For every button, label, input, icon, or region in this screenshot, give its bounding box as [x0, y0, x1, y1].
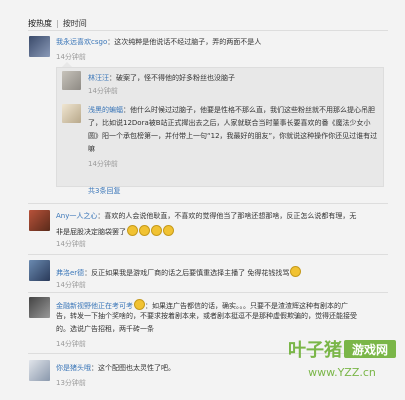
reply-time: 14分钟前 — [88, 87, 118, 95]
watermark-sub: 游戏网 — [352, 342, 388, 357]
avatar[interactable] — [29, 210, 50, 231]
comment-text: 非是屁股决定脑袋罢了 — [56, 228, 126, 236]
avatar[interactable] — [29, 297, 50, 318]
username[interactable]: 林汪汪 — [88, 74, 109, 82]
avatar[interactable] — [29, 360, 50, 381]
reply-time: 14分钟前 — [88, 160, 118, 168]
comment-time: 14分钟前 — [56, 53, 86, 61]
comment-text: ：这次纯粹是他说话不经过脑子，弄的两面不是人 — [107, 38, 262, 46]
more-replies-link[interactable]: 共3条回复 — [88, 187, 120, 196]
username[interactable]: Any一人之心 — [56, 212, 97, 220]
sort-by-time[interactable]: 按时间 — [63, 19, 87, 28]
comment-text: ：喜欢的人会说他耿直，不喜欢的觉得他当了那啥还想那啥，反正怎么说都有理，无 — [97, 212, 357, 220]
top-divider — [28, 30, 388, 31]
reply-text: ：他什么时候过过脑子，他要是性格不那么直，我们这些粉丝就不用那么提心吊胆 — [123, 106, 375, 114]
watermark-brand: 叶子猪 — [288, 339, 342, 361]
comment-time: 14分钟前 — [56, 340, 86, 348]
comment-divider — [28, 292, 388, 293]
emoji-icon — [290, 266, 302, 277]
comment-line: 我永远喜欢csgo：这次纯粹是他说话不经过脑子，弄的两面不是人 — [56, 38, 261, 47]
username[interactable]: 金融新视野他正在考可考 — [56, 302, 133, 310]
comment-time: 14分钟前 — [56, 281, 86, 289]
emoji-icon — [134, 299, 145, 310]
comment-text: ：这个配图也太灵性了吧。 — [91, 364, 175, 372]
watermark-url: www.YZZ.cn — [308, 366, 376, 379]
reply-text: ：破案了，怪不得他的好多粉丝也没脑子 — [109, 74, 235, 82]
comment-divider — [28, 254, 388, 255]
reply-line: 林汪汪：破案了，怪不得他的好多粉丝也没脑子 — [88, 74, 235, 83]
reply-text: 了，比如说12Dora被B站正式撵出去之后，人家就联合当时董事长要喜欢的番《魔法… — [88, 119, 371, 127]
comment-text: ：如果连广告都信的话，确实。。。只要不是渣渣辉这种有剧本的广 — [145, 302, 348, 310]
emoji-icon — [139, 225, 150, 236]
comment-text: 告，转发一下抽个奖啥的，不要求按着剧本来，或者剧本挺逗不是那种虚假欺骗的，觉得还… — [56, 312, 357, 320]
avatar[interactable] — [29, 260, 50, 281]
username[interactable]: 你是猪头哦 — [56, 364, 91, 372]
username[interactable]: 弗洛er德 — [56, 269, 84, 277]
avatar[interactable] — [62, 104, 81, 123]
comment-time: 13分钟前 — [56, 379, 86, 387]
sort-by-hot[interactable]: 按热度 — [28, 19, 52, 28]
comment-text: 的。选说广告招租，两千砖一条 — [56, 325, 154, 333]
comment-line: 你是猪头哦：这个配图也太灵性了吧。 — [56, 364, 175, 373]
comment-time: 14分钟前 — [56, 240, 86, 248]
avatar[interactable] — [62, 71, 81, 90]
comment-line: 非是屁股决定脑袋罢了 — [56, 225, 174, 237]
comment-line: Any一人之心：喜欢的人会说他耿直，不喜欢的觉得他当了那啥还想那啥，反正怎么说都… — [56, 212, 356, 221]
username[interactable]: 我永远喜欢csgo — [56, 38, 107, 46]
comment-line: 金融新视野他正在考可考 ：如果连广告都信的话，确实。。。只要不是渣渣辉这种有剧本的… — [56, 299, 348, 311]
reply-text: 圆》阳一个承包榜第一，并付带上一句“12，我最好的朋友”，你就说这种操作你还见过… — [88, 132, 378, 140]
username[interactable]: 浅黑的蝙蝠 — [88, 106, 123, 114]
site-watermark: 叶子猪 游戏网 www.YZZ.cn — [284, 330, 399, 390]
comment-text: ：反正如果我是游戏厂商的话之后要慎重选择主播了 免得花钱找骂 — [84, 269, 290, 277]
avatar[interactable] — [29, 36, 50, 57]
comment-divider — [28, 203, 388, 204]
reply-text: 嘛 — [88, 145, 95, 153]
emoji-icon — [163, 225, 174, 236]
sort-separator: | — [56, 19, 59, 28]
comment-line: 弗洛er德：反正如果我是游戏厂商的话之后要慎重选择主播了 免得花钱找骂 — [56, 266, 302, 278]
emoji-icon — [151, 225, 162, 236]
reply-line: 浅黑的蝙蝠：他什么时候过过脑子，他要是性格不那么直，我们这些粉丝就不用那么提心吊… — [88, 106, 375, 115]
sort-bar: 按热度 | 按时间 — [28, 18, 87, 29]
emoji-icon — [127, 225, 138, 236]
